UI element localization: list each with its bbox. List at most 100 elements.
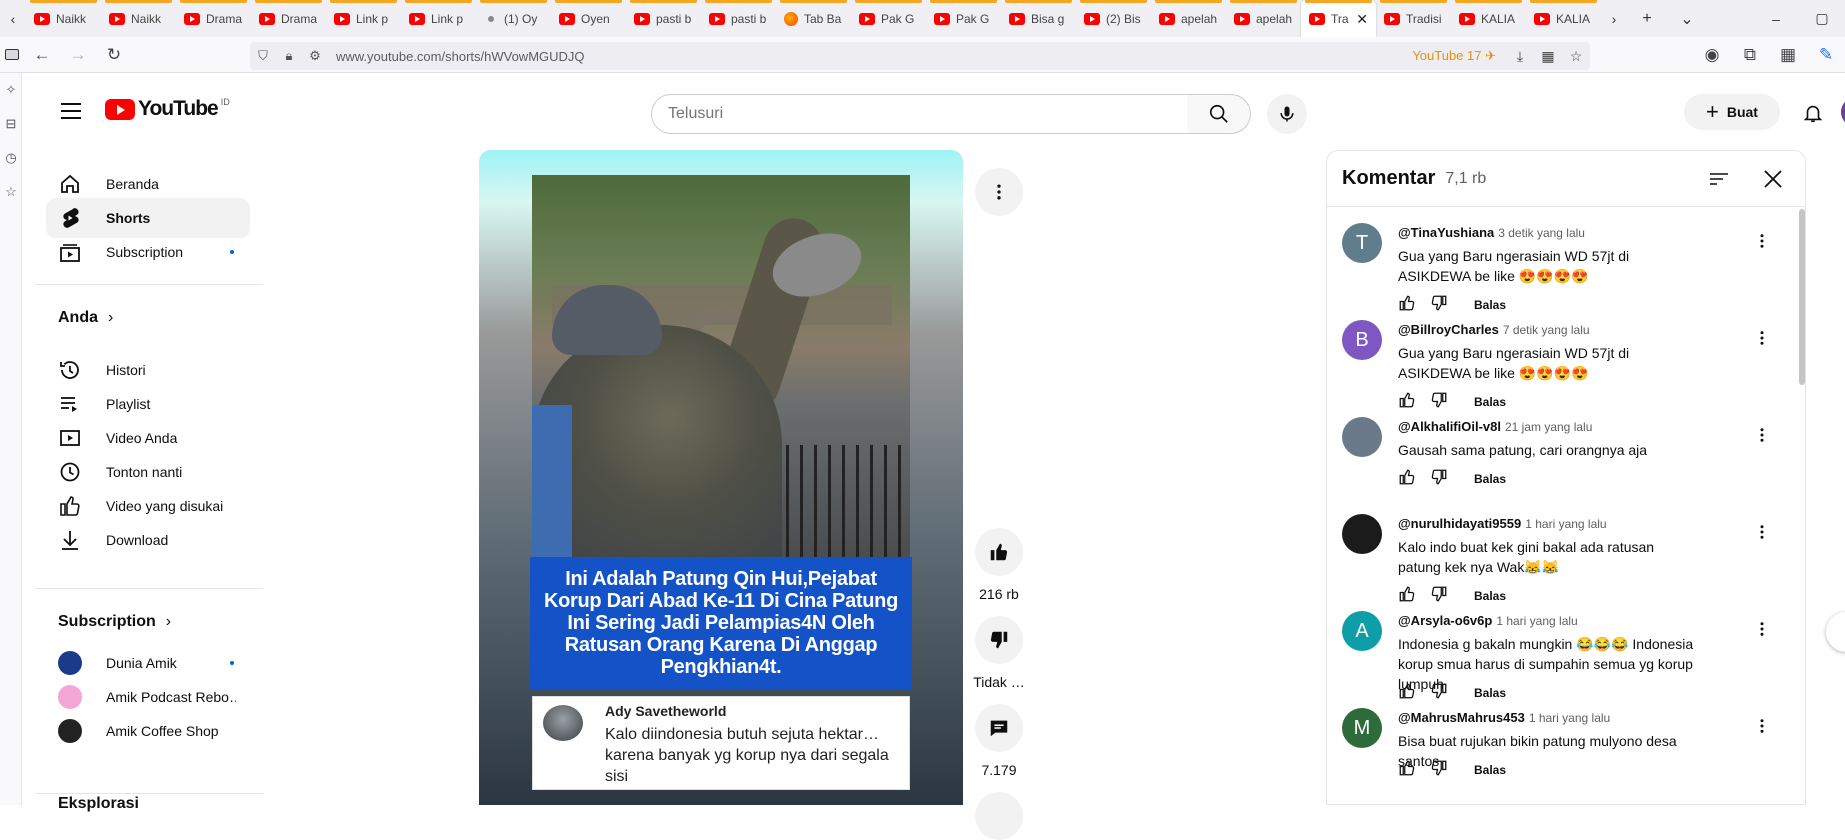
comment-dislike-button[interactable] bbox=[1430, 390, 1462, 414]
comment-author[interactable]: @Arsyla-o6v6p bbox=[1398, 613, 1492, 628]
browser-tab[interactable]: Drama bbox=[251, 0, 326, 37]
comment-author-avatar[interactable] bbox=[1342, 417, 1382, 457]
sort-comments-button[interactable] bbox=[1707, 167, 1731, 191]
comment-like-button[interactable] bbox=[1398, 584, 1430, 608]
comment-author[interactable]: @MahrusMahrus453 bbox=[1398, 710, 1525, 725]
comment-dislike-button[interactable] bbox=[1430, 467, 1462, 491]
comment-author[interactable]: @nurulhidayati9559 bbox=[1398, 516, 1521, 531]
browser-tab[interactable]: Pak G bbox=[926, 0, 1001, 37]
browser-tab[interactable]: Drama bbox=[176, 0, 251, 37]
comment-author-avatar[interactable]: B bbox=[1342, 320, 1382, 360]
comment-reply-button[interactable]: Balas bbox=[1474, 472, 1506, 486]
comment-menu-button[interactable] bbox=[1750, 425, 1774, 449]
browser-tab[interactable]: pasti b bbox=[626, 0, 701, 37]
search-box[interactable] bbox=[651, 94, 1188, 134]
comment-author-avatar[interactable] bbox=[1342, 514, 1382, 554]
download-page-icon[interactable]: ⤓ bbox=[1506, 48, 1534, 65]
youtube-extension-badge[interactable]: YouTube 17 ✈ bbox=[1412, 48, 1496, 64]
tab-scroll-left-button[interactable]: ‹ bbox=[0, 0, 26, 37]
browser-tab[interactable]: Link p bbox=[326, 0, 401, 37]
pinned-extension-icon[interactable]: ✎ bbox=[1807, 40, 1845, 70]
comment-author[interactable]: @BillroyCharles bbox=[1398, 322, 1499, 337]
comment-like-button[interactable] bbox=[1398, 390, 1430, 414]
browser-tab[interactable]: Naikk bbox=[26, 0, 101, 37]
close-comments-button[interactable] bbox=[1759, 165, 1787, 193]
grid-icon[interactable]: ▦ bbox=[1534, 48, 1562, 65]
address-bar[interactable]: ⛉ 🔒︎ ⚙ www.youtube.com/shorts/hWVowMGUDJ… bbox=[250, 42, 1590, 70]
comment-menu-button[interactable] bbox=[1750, 328, 1774, 352]
browser-tab[interactable]: KALIA bbox=[1451, 0, 1526, 37]
search-input[interactable] bbox=[668, 105, 1187, 123]
maximize-window-button[interactable]: ▢ bbox=[1799, 0, 1845, 37]
browser-tab[interactable]: (1) Oy bbox=[476, 0, 551, 37]
comment-author[interactable]: @AlkhalifiOil-v8l bbox=[1398, 419, 1501, 434]
new-tab-button[interactable]: + bbox=[1627, 0, 1667, 37]
browser-tab[interactable]: Bisa g bbox=[1001, 0, 1076, 37]
apps-icon[interactable]: ▦ bbox=[1769, 40, 1807, 70]
voice-search-button[interactable] bbox=[1267, 94, 1307, 134]
comment-menu-button[interactable] bbox=[1750, 716, 1774, 740]
comment-time[interactable]: 7 detik yang lalu bbox=[1503, 323, 1590, 337]
browser-tab[interactable]: Pak G bbox=[851, 0, 926, 37]
comments-button[interactable] bbox=[975, 704, 1023, 752]
comment-author[interactable]: @TinaYushiana bbox=[1398, 225, 1494, 240]
comment-reply-button[interactable]: Balas bbox=[1474, 686, 1506, 700]
guide-item-subscriptions[interactable]: Subscription bbox=[46, 232, 250, 272]
like-button[interactable] bbox=[975, 528, 1023, 576]
youtube-logo[interactable]: YouTube ID bbox=[105, 97, 230, 121]
subscriptions-section-header[interactable]: Subscription › bbox=[58, 613, 171, 631]
comment-time[interactable]: 1 hari yang lalu bbox=[1529, 711, 1610, 725]
comment-dislike-button[interactable] bbox=[1430, 293, 1462, 317]
tab-list-dropdown-button[interactable]: ⌄ bbox=[1667, 0, 1707, 37]
comment-like-button[interactable] bbox=[1398, 758, 1430, 782]
comment-time[interactable]: 1 hari yang lalu bbox=[1525, 517, 1606, 531]
comment-author-avatar[interactable]: A bbox=[1342, 611, 1382, 651]
close-tab-icon[interactable]: ✕ bbox=[1356, 11, 1368, 28]
history-sidebar-icon[interactable]: ◷ bbox=[0, 141, 22, 175]
bookmark-star-icon[interactable]: ☆ bbox=[1562, 48, 1590, 65]
browser-tab[interactable]: apelah bbox=[1226, 0, 1301, 37]
notifications-button[interactable] bbox=[1795, 95, 1831, 131]
lock-icon[interactable]: 🔒︎ bbox=[276, 48, 302, 64]
comment-menu-button[interactable] bbox=[1750, 522, 1774, 546]
browser-tab[interactable]: Oyen bbox=[551, 0, 626, 37]
create-button[interactable]: + Buat bbox=[1684, 94, 1780, 130]
bookmarks-sidebar-icon[interactable]: ☆ bbox=[0, 175, 22, 209]
url-text[interactable]: www.youtube.com/shorts/hWVowMGUDJQ bbox=[336, 49, 585, 64]
dislike-button[interactable] bbox=[975, 616, 1023, 664]
comment-like-button[interactable] bbox=[1398, 293, 1430, 317]
you-section-header[interactable]: Anda › bbox=[58, 309, 113, 327]
extensions-icon[interactable]: ⧉ bbox=[1731, 40, 1769, 70]
reload-button[interactable]: ↻ bbox=[96, 40, 132, 70]
shield-icon[interactable]: ⛉ bbox=[250, 48, 276, 64]
permissions-icon[interactable]: ⚙ bbox=[302, 48, 328, 64]
forward-button[interactable]: → bbox=[60, 40, 96, 70]
comments-scrollbar[interactable] bbox=[1799, 209, 1805, 385]
browser-tab[interactable]: Link p bbox=[401, 0, 476, 37]
share-button[interactable] bbox=[975, 792, 1023, 840]
browser-tab[interactable]: KALIA bbox=[1526, 0, 1601, 37]
comment-reply-button[interactable]: Balas bbox=[1474, 763, 1506, 777]
comment-time[interactable]: 21 jam yang lalu bbox=[1505, 420, 1592, 434]
comment-reply-button[interactable]: Balas bbox=[1474, 589, 1506, 603]
comment-reply-button[interactable]: Balas bbox=[1474, 298, 1506, 312]
search-button[interactable] bbox=[1187, 94, 1251, 134]
comment-menu-button[interactable] bbox=[1750, 231, 1774, 255]
comment-like-button[interactable] bbox=[1398, 681, 1430, 705]
back-button[interactable]: ← bbox=[24, 40, 60, 70]
sidebar-toggle-button[interactable] bbox=[0, 37, 24, 73]
comment-author-avatar[interactable]: M bbox=[1342, 708, 1382, 748]
tabs-icon[interactable]: ⊟ bbox=[0, 107, 22, 141]
comment-author-avatar[interactable]: T bbox=[1342, 223, 1382, 263]
comment-menu-button[interactable] bbox=[1750, 619, 1774, 643]
comment-reply-button[interactable]: Balas bbox=[1474, 395, 1506, 409]
browser-tab[interactable]: Naikk bbox=[101, 0, 176, 37]
browser-tab[interactable]: apelah bbox=[1151, 0, 1226, 37]
menu-icon[interactable] bbox=[61, 103, 81, 119]
browser-tab[interactable]: Tra ✕ bbox=[1301, 0, 1376, 37]
comment-dislike-button[interactable] bbox=[1430, 758, 1462, 782]
browser-tab[interactable]: (2) Bis bbox=[1076, 0, 1151, 37]
video-frame[interactable] bbox=[532, 175, 910, 557]
browser-tab[interactable]: Tradisi bbox=[1376, 0, 1451, 37]
next-short-button[interactable] bbox=[1826, 612, 1845, 652]
